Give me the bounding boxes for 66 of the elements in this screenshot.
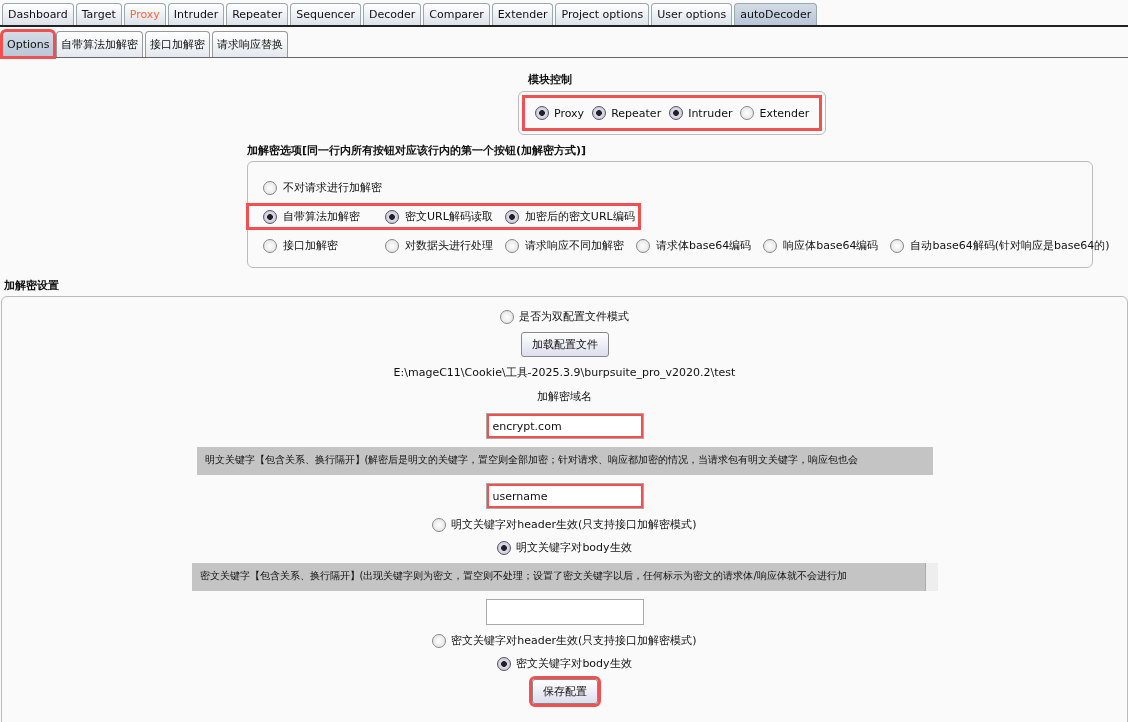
radio-button[interactable] — [500, 309, 514, 324]
scrollbar[interactable] — [924, 563, 938, 591]
main-tab[interactable]: Target — [75, 3, 122, 25]
radio-button[interactable] — [504, 209, 519, 224]
radio-button[interactable] — [535, 106, 549, 120]
main-tab[interactable]: User options — [651, 3, 733, 25]
radio-button[interactable] — [890, 238, 905, 253]
main-tab[interactable]: Intruder — [167, 3, 225, 25]
radio-label: 不对请求进行加解密 — [283, 180, 382, 195]
radio-button[interactable] — [263, 180, 277, 195]
radio-button[interactable] — [497, 540, 512, 555]
radio-label: 加密后的密文URL编码 — [524, 209, 635, 224]
sub-tab[interactable]: 接口加解密 — [145, 31, 211, 57]
save-config-button[interactable]: 保存配置 — [531, 679, 598, 704]
radio-button[interactable] — [432, 517, 447, 532]
radio-label: 自动base64解码(针对响应是base64的) — [910, 238, 1110, 253]
sub-tab[interactable]: 自带算法加解密 — [56, 31, 144, 57]
radio-button[interactable] — [592, 106, 607, 120]
radio-button[interactable] — [385, 238, 399, 253]
radio-button[interactable] — [263, 209, 277, 224]
radio-button[interactable] — [385, 209, 399, 224]
radio-label: 明文关键字对body生效 — [516, 540, 632, 555]
sub-tab[interactable]: Options — [2, 31, 55, 57]
main-tab[interactable]: Extender — [491, 3, 554, 25]
radio-button[interactable] — [497, 656, 512, 671]
keyword-note: 密文关键字【包含关系、换行隔开】(出现关键字则为密文，置空则不处理；设置了密文关键字以后，任何标示为密文的请求体/响应体就不会进行加 — [191, 563, 938, 591]
radio-label: Extender — [759, 106, 810, 120]
field-label: 加解密域名 — [537, 389, 592, 405]
radio-button[interactable] — [636, 238, 650, 253]
section-title: 加解密选项[同一行内所有按钮对应该行内的第一个按钮(加解密方式)] — [247, 143, 588, 158]
radio-label: 是否为双配置文件模式 — [519, 309, 629, 324]
keyword-note: 明文关键字【包含关系、换行隔开】(解密后是明文的关键字，置空则全部加密；针对请求、响应都加密的情况，当请求包有明文关键字，响应包也会 — [196, 447, 933, 475]
radio-label: 接口加解密 — [283, 238, 338, 253]
radio-label: Intruder — [688, 106, 733, 120]
main-tab[interactable]: Repeater — [226, 3, 289, 25]
radio-button[interactable] — [740, 106, 755, 120]
keyword-field[interactable]: username — [485, 483, 644, 509]
radio-label: 响应体base64编码 — [783, 238, 879, 253]
section-title: 模块控制 — [528, 72, 572, 87]
radio-label: 请求体base64编码 — [656, 238, 752, 253]
radio-label: Repeater — [611, 106, 662, 120]
main-tab[interactable]: Decoder — [362, 3, 422, 25]
section-title: 加解密设置 — [4, 278, 60, 293]
radio-label: 对数据头进行处理 — [405, 238, 493, 253]
radio-label: Proxy — [554, 106, 585, 120]
keyword-field[interactable] — [485, 599, 644, 625]
load-config-button[interactable]: 加载配置文件 — [520, 332, 609, 357]
radio-button[interactable] — [432, 633, 447, 648]
radio-button[interactable] — [763, 238, 778, 253]
radio-label: 密文URL解码读取 — [405, 209, 493, 224]
main-tab[interactable]: Sequencer — [290, 3, 361, 25]
config-path: E:\mageC11\Cookie\工具-2025.3.9\burpsuite_pro_v2020.2\test — [393, 365, 736, 381]
radio-button[interactable] — [263, 238, 277, 253]
main-tab[interactable]: Dashboard — [2, 3, 74, 25]
main-tab[interactable]: autoDecoder — [734, 3, 818, 25]
main-tab[interactable]: Project options — [555, 3, 650, 25]
radio-button[interactable] — [505, 238, 519, 253]
main-tab[interactable]: Comparer — [423, 3, 490, 25]
radio-label: 请求响应不同加解密 — [525, 238, 624, 253]
sub-tab[interactable]: 请求响应替换 — [212, 31, 289, 57]
radio-label: 密文关键字对header生效(只支持接口加解密模式) — [451, 633, 697, 648]
radio-button[interactable] — [669, 106, 684, 120]
domain-field[interactable]: encrypt.com — [485, 413, 644, 439]
radio-label: 密文关键字对body生效 — [516, 656, 632, 671]
radio-label: 自带算法加解密 — [283, 209, 360, 224]
radio-label: 明文关键字对header生效(只支持接口加解密模式) — [451, 517, 697, 532]
